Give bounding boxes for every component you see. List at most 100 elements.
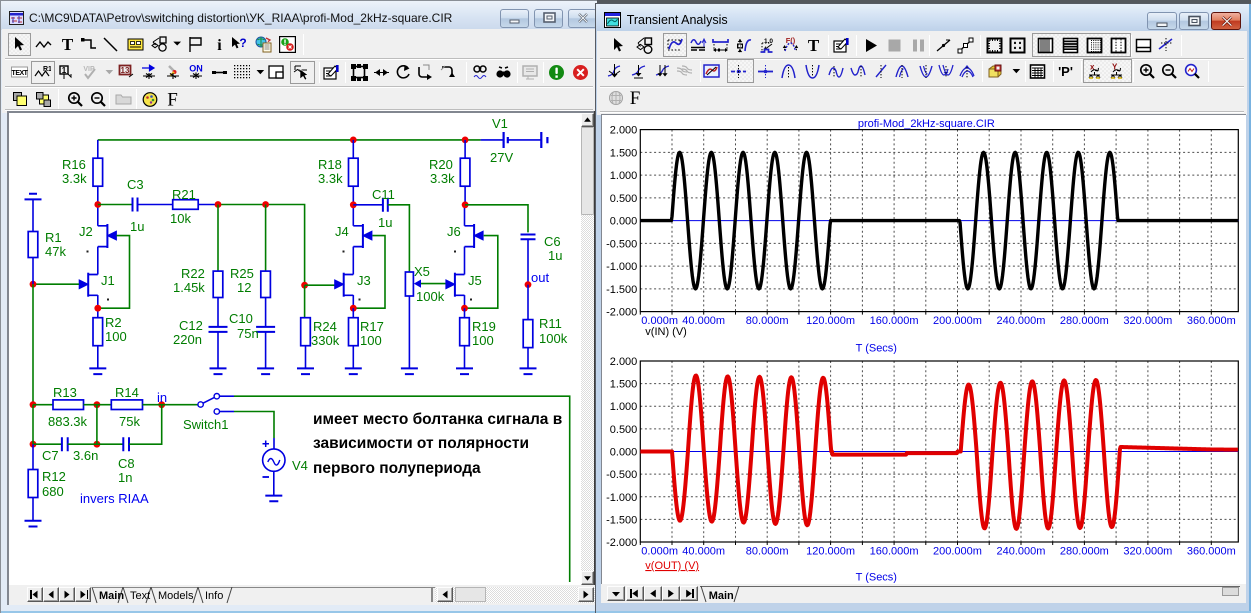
svg-text:100k: 100k	[539, 331, 568, 346]
svg-text:80.000m: 80.000m	[746, 315, 789, 327]
svg-text:J4: J4	[335, 224, 349, 239]
svg-text:J6: J6	[447, 224, 461, 239]
svg-text:360.000m: 360.000m	[1187, 315, 1236, 327]
svg-text:10: 10	[737, 43, 743, 48]
svg-text:out: out	[531, 270, 549, 285]
svg-text:0.500: 0.500	[610, 424, 638, 436]
svg-text:280.000m: 280.000m	[1060, 546, 1109, 558]
svg-text:R14: R14	[115, 385, 139, 400]
svg-text:75k: 75k	[119, 414, 140, 429]
svg-text:80.000m: 80.000m	[746, 546, 789, 558]
svg-text:R19: R19	[472, 319, 496, 334]
svg-text:J1: J1	[101, 273, 115, 288]
svg-text:-2.000: -2.000	[606, 537, 637, 549]
svg-text:883.3k: 883.3k	[48, 414, 88, 429]
svg-text:1.000: 1.000	[610, 170, 638, 182]
svg-text:Switch1: Switch1	[183, 417, 229, 432]
svg-text:240.000m: 240.000m	[997, 315, 1046, 327]
svg-text:TEXT: TEXT	[12, 70, 28, 77]
svg-text:0.000: 0.000	[610, 447, 638, 459]
svg-text:360.000m: 360.000m	[1187, 546, 1236, 558]
svg-text:v(IN) (V): v(IN) (V)	[646, 326, 688, 338]
svg-text:3.6n: 3.6n	[73, 448, 98, 463]
svg-text:-1.500: -1.500	[606, 514, 637, 526]
svg-text:1.500: 1.500	[610, 379, 638, 391]
svg-text:-0.500: -0.500	[606, 238, 637, 250]
svg-text:320.000m: 320.000m	[1124, 546, 1173, 558]
svg-text:R21: R21	[172, 187, 196, 202]
svg-text:12: 12	[237, 280, 251, 295]
svg-text:T (Secs): T (Secs)	[856, 343, 897, 355]
svg-text:-2.000: -2.000	[606, 307, 637, 319]
svg-text:R20: R20	[429, 157, 453, 172]
svg-text:v(OUT) (V): v(OUT) (V)	[646, 560, 700, 572]
svg-text:13: 13	[121, 66, 130, 75]
svg-text:2.000: 2.000	[610, 125, 638, 137]
svg-text:C3: C3	[127, 177, 144, 192]
svg-text:-0.500: -0.500	[606, 469, 637, 481]
svg-text:i: i	[217, 37, 222, 53]
svg-text:C6: C6	[544, 234, 561, 249]
svg-text:0.500: 0.500	[610, 193, 638, 205]
svg-text:T: T	[808, 37, 820, 54]
svg-text:X5: X5	[414, 264, 430, 279]
svg-text:J2: J2	[79, 224, 93, 239]
svg-text:3.3k: 3.3k	[318, 171, 343, 186]
svg-text:R25: R25	[230, 266, 254, 281]
svg-text:100k: 100k	[416, 289, 445, 304]
svg-text:F(): F()	[786, 37, 796, 45]
svg-text:T: T	[62, 36, 74, 53]
svg-text:R17: R17	[360, 319, 384, 334]
svg-text:75n: 75n	[237, 326, 259, 341]
svg-text:1u: 1u	[130, 219, 144, 234]
svg-text:1.45k: 1.45k	[173, 280, 205, 295]
svg-text:160.000m: 160.000m	[870, 315, 919, 327]
svg-text:C11: C11	[372, 187, 395, 202]
svg-text:3.3k: 3.3k	[430, 171, 455, 186]
svg-text:C7: C7	[42, 448, 59, 463]
svg-text:240.000m: 240.000m	[997, 546, 1046, 558]
svg-text:0.000m: 0.000m	[642, 546, 679, 558]
svg-text:1u: 1u	[548, 248, 562, 263]
svg-text:ON: ON	[189, 64, 203, 74]
svg-text:40.000m: 40.000m	[683, 315, 726, 327]
svg-text:3.3k: 3.3k	[62, 171, 87, 186]
svg-text:2.000: 2.000	[610, 356, 638, 368]
svg-text:T (Secs): T (Secs)	[856, 572, 897, 584]
svg-text:1u: 1u	[378, 215, 392, 230]
svg-text:-1.000: -1.000	[606, 261, 637, 273]
svg-text:40.000m: 40.000m	[683, 546, 726, 558]
svg-text:-1.000: -1.000	[606, 492, 637, 504]
svg-text:V1: V1	[492, 116, 508, 131]
svg-text:100: 100	[360, 333, 382, 348]
svg-text:1: 1	[62, 66, 67, 75]
svg-text:R24: R24	[313, 319, 337, 334]
svg-text:120.000m: 120.000m	[807, 546, 856, 558]
svg-text:R11: R11	[539, 316, 562, 331]
svg-text:100: 100	[105, 329, 127, 344]
svg-text:C12: C12	[179, 318, 203, 333]
svg-text:'P': 'P'	[1058, 64, 1073, 79]
svg-text:27V: 27V	[490, 150, 513, 165]
svg-text:100: 100	[472, 333, 494, 348]
svg-text:1n: 1n	[118, 470, 132, 485]
svg-text:1.500: 1.500	[610, 147, 638, 159]
svg-text:C10: C10	[229, 311, 253, 326]
svg-text:1.000: 1.000	[610, 401, 638, 413]
svg-text:R13: R13	[53, 385, 77, 400]
svg-text:R22: R22	[181, 266, 205, 281]
svg-text:?: ?	[239, 36, 246, 50]
svg-text:1.0: 1.0	[764, 38, 773, 45]
svg-text:F: F	[630, 88, 641, 106]
svg-text:0.000: 0.000	[610, 216, 638, 228]
svg-text:330k: 330k	[311, 333, 340, 348]
svg-text:R18: R18	[318, 157, 342, 172]
svg-text:in: in	[157, 390, 167, 405]
svg-text:120.000m: 120.000m	[807, 315, 856, 327]
svg-text:200.000m: 200.000m	[933, 546, 982, 558]
svg-text:J3: J3	[357, 273, 371, 288]
svg-text:R1: R1	[45, 230, 62, 245]
svg-text:320.000m: 320.000m	[1124, 315, 1173, 327]
svg-text:47k: 47k	[45, 244, 66, 259]
svg-text:200.000m: 200.000m	[933, 315, 982, 327]
